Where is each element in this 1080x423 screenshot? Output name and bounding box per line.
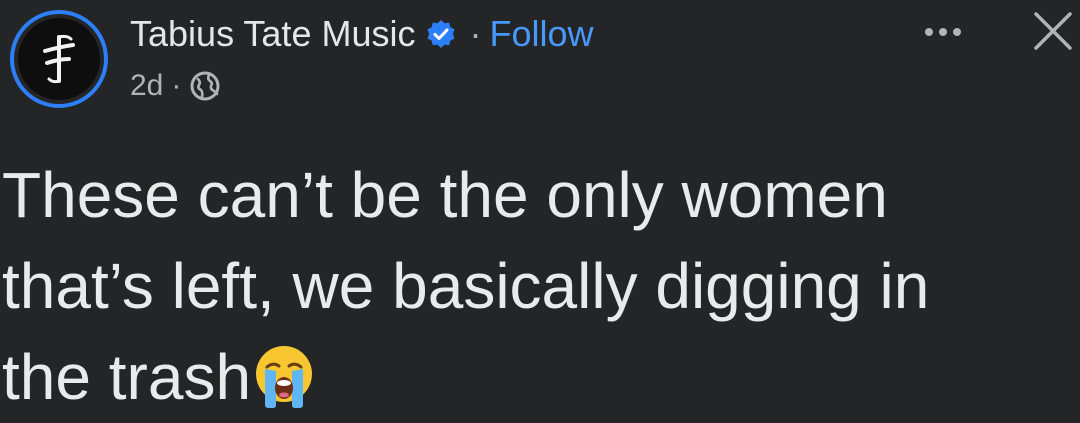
verified-badge-icon <box>427 20 456 48</box>
music-logo-icon <box>43 34 75 84</box>
post-text-line: These can’t be the only women <box>2 159 888 231</box>
header-separator: · <box>469 13 482 54</box>
globe-icon[interactable] <box>189 70 221 102</box>
close-icon[interactable] <box>1030 8 1076 54</box>
meta-separator: · <box>171 69 182 102</box>
more-options-button[interactable] <box>918 12 968 52</box>
more-options-icon <box>925 28 961 36</box>
post-text-line-last: the trash <box>2 332 1078 423</box>
post-text: These can’t be the only women that’s lef… <box>2 150 1078 423</box>
post-meta: 2d · <box>130 64 221 108</box>
follow-button[interactable]: Follow <box>489 13 593 55</box>
post-text-line: that’s left, we basically digging in <box>2 250 930 322</box>
avatar-logo <box>18 18 100 100</box>
avatar[interactable] <box>10 10 108 108</box>
post-text-line: the trash <box>2 341 252 413</box>
post-timestamp[interactable]: 2d <box>130 69 163 103</box>
post-card: Tabius Tate Music · Follow 2d · These ca… <box>0 0 1080 415</box>
post-header: Tabius Tate Music · Follow <box>130 12 594 56</box>
loudly-crying-face-icon <box>256 346 313 408</box>
page-name[interactable]: Tabius Tate Music <box>130 13 415 55</box>
